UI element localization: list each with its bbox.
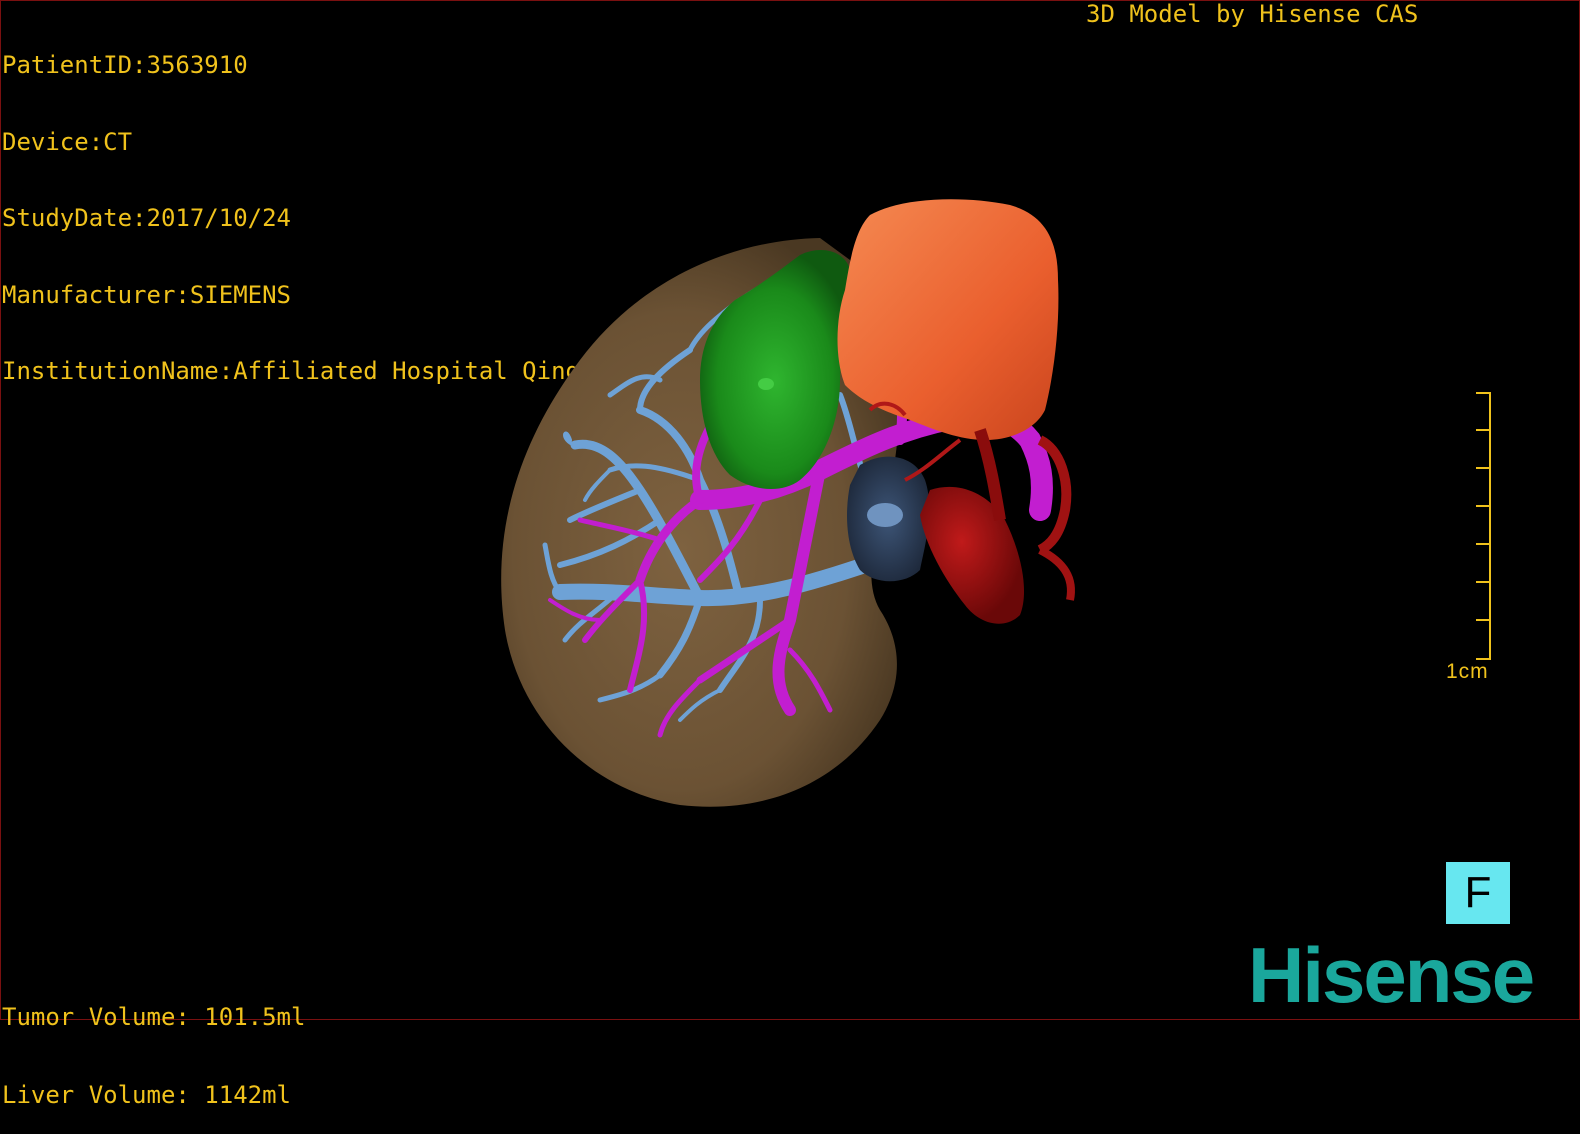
hisense-logo: Hisense <box>1248 931 1535 1019</box>
volume-readout: Tumor Volume: 101.5ml Liver Volume: 1142… <box>2 952 305 1134</box>
orientation-front-button[interactable]: F <box>1446 862 1510 924</box>
gallbladder-highlight <box>867 503 903 527</box>
scale-bar <box>1476 392 1491 660</box>
3d-model-viewport[interactable] <box>0 0 1580 1020</box>
tumor-green-highlight <box>758 378 774 390</box>
tumor-volume: Tumor Volume: 101.5ml <box>2 1003 306 1031</box>
liver-volume: Liver Volume: 1142ml <box>2 1081 291 1109</box>
scale-label: 1cm <box>1446 660 1489 683</box>
